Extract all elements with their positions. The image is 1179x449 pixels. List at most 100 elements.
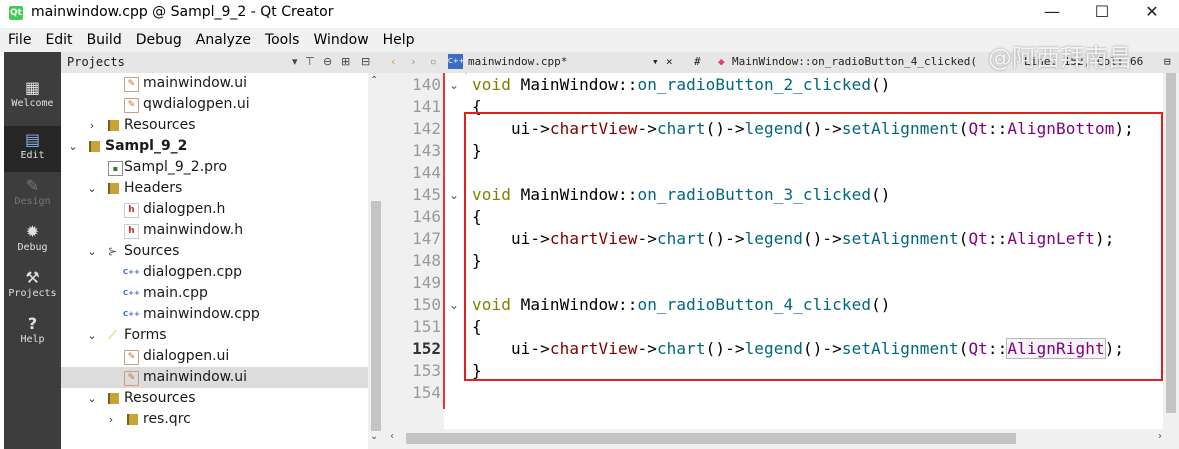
menu-file[interactable]: File	[1, 28, 38, 52]
tree-item-file[interactable]: ✎ mainwindow.ui	[61, 73, 368, 94]
fold-chevron-icon[interactable]: ⌄	[449, 294, 459, 316]
fold-marker-column	[445, 73, 465, 449]
tree-item-file-selected[interactable]: ✎ mainwindow.ui	[61, 367, 368, 388]
tree-item-file[interactable]: C++ dialogpen.cpp	[61, 262, 368, 283]
chevron-down-icon[interactable]: ⌄	[85, 241, 99, 262]
tree-item-file[interactable]: ✎ dialogpen.ui	[61, 346, 368, 367]
editor-vertical-scrollbar[interactable]	[1163, 73, 1179, 429]
code-line[interactable]: }	[472, 140, 482, 162]
menu-help[interactable]: Help	[376, 28, 422, 52]
chevron-right-icon[interactable]: ›	[104, 409, 118, 430]
code-line[interactable]: {	[472, 316, 482, 338]
dropdown-arrow-icon[interactable]: ▾	[292, 55, 298, 68]
code-line[interactable]: {	[472, 96, 482, 118]
fold-chevron-icon[interactable]: ⌄	[449, 74, 459, 96]
minimize-button[interactable]: —	[1030, 0, 1074, 26]
scroll-right-icon[interactable]: ›	[1158, 431, 1162, 442]
tree-item-file[interactable]: C++ main.cpp	[61, 283, 368, 304]
function-icon: ◆	[718, 55, 725, 68]
mode-selector: ▦ Welcome ▤ Edit ✎ Design ✹ Debug ⚒ Proj…	[4, 52, 61, 449]
line-number: 140	[412, 75, 441, 94]
code-editor[interactable]: void MainWindow::on_radioButton_2_clicke…	[467, 73, 1163, 429]
code-line[interactable]: ui->chartView->chart()->legend()->setAli…	[472, 228, 1114, 250]
scroll-up-icon[interactable]: ⌃	[370, 75, 378, 86]
chevron-down-icon[interactable]: ⌄	[66, 136, 80, 157]
menu-tools[interactable]: Tools	[258, 28, 307, 52]
fold-chevron-icon[interactable]: ⌄	[449, 184, 459, 206]
code-token: ::	[987, 229, 1008, 248]
code-token: ::	[987, 339, 1008, 358]
chevron-right-icon[interactable]: ›	[85, 115, 99, 136]
tree-item-folder[interactable]: ⌄ ⟋ Forms	[61, 325, 368, 346]
code-line[interactable]: ui->chartView->chart()->legend()->setAli…	[472, 118, 1134, 140]
mode-label: Debug	[17, 242, 48, 253]
tree-item-file[interactable]: › res.qrc	[61, 409, 368, 430]
split-editor-icon[interactable]: ⊟	[1164, 55, 1171, 68]
code-line[interactable]: }	[472, 250, 482, 272]
mode-design[interactable]: ✎ Design	[4, 172, 61, 218]
menu-build[interactable]: Build	[80, 28, 129, 52]
chevron-down-icon[interactable]: ⌄	[85, 178, 99, 199]
mode-help[interactable]: ? Help	[4, 310, 61, 356]
tree-item-folder[interactable]: ⌄ Resources	[61, 388, 368, 409]
editor-horizontal-scrollbar[interactable]: ‹ ›	[384, 429, 1179, 449]
code-token: AlignLeft	[1007, 229, 1095, 248]
code-token: ()->	[802, 119, 842, 138]
tree-item-file[interactable]: C++ mainwindow.cpp	[61, 304, 368, 325]
menu-debug[interactable]: Debug	[129, 28, 189, 52]
line-number: 141	[412, 97, 441, 116]
menu-edit[interactable]: Edit	[38, 28, 79, 52]
menu-analyze[interactable]: Analyze	[189, 28, 258, 52]
preprocessor-marker: #	[694, 55, 701, 68]
tree-item-folder[interactable]: ⌄ Headers	[61, 178, 368, 199]
code-token: Qt	[968, 119, 988, 138]
code-token: setAlignment	[841, 229, 959, 248]
tree-item-folder[interactable]: › Resources	[61, 115, 368, 136]
link-icon[interactable]: ⊖	[323, 55, 332, 68]
mode-edit[interactable]: ▤ Edit	[4, 126, 61, 172]
code-line[interactable]: ui->chartView->chart()->legend()->setAli…	[472, 338, 1124, 360]
close-button[interactable]: ✕	[1130, 0, 1174, 26]
scroll-left-icon[interactable]: ‹	[390, 431, 394, 442]
code-line[interactable]: {	[472, 206, 482, 228]
tree-item-file[interactable]: ✎ qwdialogpen.ui	[61, 94, 368, 115]
chevron-down-icon[interactable]: ⌄	[85, 388, 99, 409]
close-pane-icon[interactable]: ⊟	[361, 55, 370, 68]
chevron-down-icon[interactable]: ⌄	[85, 325, 99, 346]
projects-view-selector[interactable]: Projects	[67, 55, 125, 69]
scrollbar-thumb[interactable]	[371, 201, 381, 431]
open-documents-dropdown[interactable]: mainwindow.cpp*	[468, 55, 567, 68]
tree-item-file[interactable]: ▪ Sampl_9_2.pro	[61, 157, 368, 178]
split-icon[interactable]: ⊞	[341, 55, 350, 68]
symbol-selector[interactable]: MainWindow::on_radioButton_4_clicked(	[732, 55, 977, 68]
tree-item-project[interactable]: ⌄ Sampl_9_2	[61, 136, 368, 157]
code-line[interactable]: void MainWindow::on_radioButton_4_clicke…	[472, 294, 891, 316]
code-line[interactable]: void MainWindow::on_radioButton_3_clicke…	[472, 184, 891, 206]
tree-item-label: mainwindow.ui	[143, 75, 248, 91]
code-token: ()->	[802, 339, 842, 358]
code-token: ()	[871, 295, 891, 314]
mode-debug[interactable]: ✹ Debug	[4, 218, 61, 264]
tree-item-file[interactable]: h dialogpen.h	[61, 199, 368, 220]
dropdown-arrow-icon[interactable]: ▾	[652, 55, 659, 68]
mode-welcome[interactable]: ▦ Welcome	[4, 74, 61, 120]
maximize-button[interactable]: ☐	[1080, 0, 1124, 26]
code-token: setAlignment	[841, 339, 959, 358]
tree-item-file[interactable]: h mainwindow.h	[61, 220, 368, 241]
close-document-icon[interactable]: ×	[666, 55, 673, 68]
tree-item-label: dialogpen.ui	[143, 348, 230, 364]
filter-icon[interactable]: ⊤	[305, 55, 315, 68]
project-tree-scrollbar[interactable]: ⌃ ⌄	[368, 73, 384, 449]
tree-item-folder[interactable]: ⌄ ⊱ Sources	[61, 241, 368, 262]
menu-window[interactable]: Window	[306, 28, 375, 52]
code-line[interactable]: void MainWindow::on_radioButton_2_clicke…	[472, 74, 891, 96]
scrollbar-thumb[interactable]	[406, 433, 1016, 444]
code-line[interactable]: }	[472, 360, 482, 382]
forward-arrow-icon[interactable]: ›	[410, 55, 417, 68]
back-arrow-icon[interactable]: ‹	[390, 55, 397, 68]
mode-projects[interactable]: ⚒ Projects	[4, 264, 61, 310]
scroll-down-icon[interactable]: ⌄	[370, 431, 378, 442]
scrollbar-thumb[interactable]	[1166, 73, 1176, 413]
code-token: {	[472, 207, 482, 226]
